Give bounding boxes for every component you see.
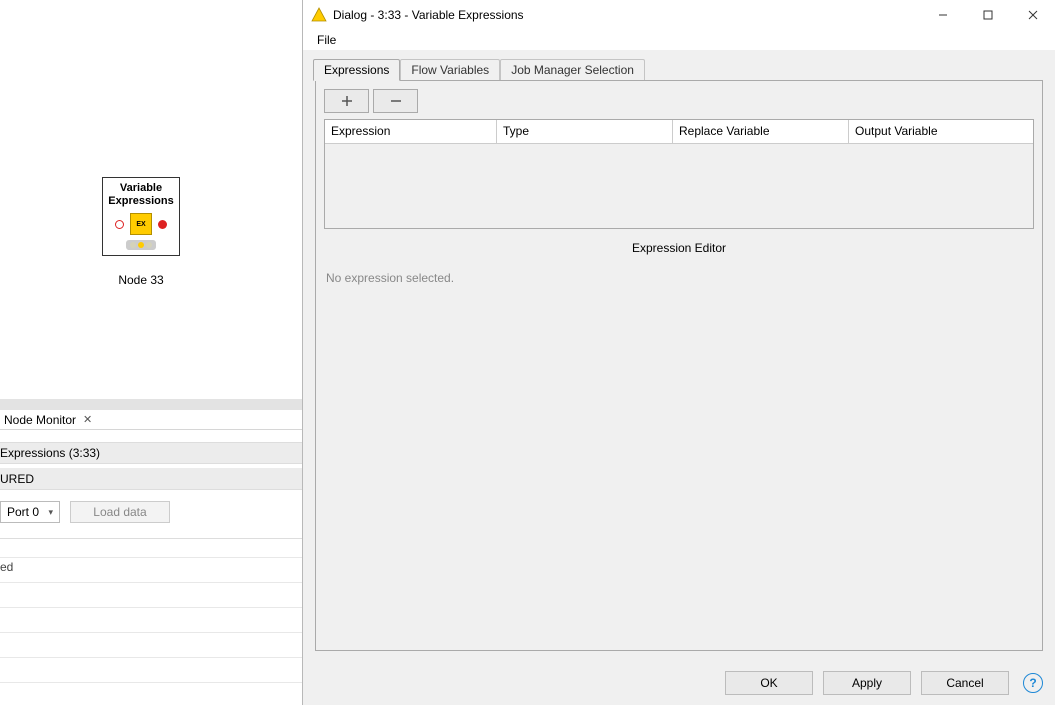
ok-button[interactable]: OK xyxy=(725,671,813,695)
remove-expression-button[interactable] xyxy=(373,89,418,113)
table-header: Expression Type Replace Variable Output … xyxy=(325,120,1033,144)
close-icon xyxy=(1028,10,1038,20)
tab-flow-variables[interactable]: Flow Variables xyxy=(400,59,500,80)
tab-panel-expressions: Expression Type Replace Variable Output … xyxy=(315,80,1043,651)
cancel-button[interactable]: Cancel xyxy=(921,671,1009,695)
maximize-button[interactable] xyxy=(965,0,1010,30)
node-monitor-tab-label: Node Monitor xyxy=(0,411,80,429)
dialog-menubar: File xyxy=(303,30,1055,50)
chevron-down-icon: ▾ xyxy=(48,507,53,518)
menu-file[interactable]: File xyxy=(311,32,342,48)
apply-button[interactable]: Apply xyxy=(823,671,911,695)
tab-job-manager[interactable]: Job Manager Selection xyxy=(500,59,645,80)
port-select-label: Port 0 xyxy=(7,505,39,519)
tab-strip: Expressions Flow Variables Job Manager S… xyxy=(303,50,1055,80)
expressions-table[interactable]: Expression Type Replace Variable Output … xyxy=(324,119,1034,229)
close-button[interactable] xyxy=(1010,0,1055,30)
node-chip-icon: EX xyxy=(130,213,152,235)
dialog-icon xyxy=(311,7,327,23)
table-body-empty xyxy=(325,144,1033,228)
port-select[interactable]: Port 0 ▾ xyxy=(0,501,60,523)
minimize-icon xyxy=(938,10,948,20)
dialog-variable-expressions: Dialog - 3:33 - Variable Expressions Fil… xyxy=(302,0,1055,705)
expression-editor-placeholder: No expression selected. xyxy=(324,271,1034,285)
expression-editor-label: Expression Editor xyxy=(324,241,1034,255)
minus-icon xyxy=(390,95,402,107)
close-icon[interactable]: ✕ xyxy=(83,413,92,426)
col-output[interactable]: Output Variable xyxy=(849,120,1033,143)
help-icon[interactable]: ? xyxy=(1023,673,1043,693)
maximize-icon xyxy=(983,10,993,20)
add-expression-button[interactable] xyxy=(324,89,369,113)
node-title: Variable Expressions xyxy=(103,178,179,210)
col-replace[interactable]: Replace Variable xyxy=(673,120,849,143)
col-expression[interactable]: Expression xyxy=(325,120,497,143)
dialog-titlebar[interactable]: Dialog - 3:33 - Variable Expressions xyxy=(303,0,1055,30)
dialog-button-row: OK Apply Cancel ? xyxy=(303,661,1055,705)
plus-icon xyxy=(341,95,353,107)
node-status-icon xyxy=(126,240,156,250)
dialog-title: Dialog - 3:33 - Variable Expressions xyxy=(333,8,920,22)
node-output-port-icon[interactable] xyxy=(158,220,167,229)
node-id-label: Node 33 xyxy=(102,273,180,287)
node-variable-expressions[interactable]: Variable Expressions EX xyxy=(102,177,180,256)
tab-expressions[interactable]: Expressions xyxy=(313,59,400,81)
minimize-button[interactable] xyxy=(920,0,965,30)
load-data-button[interactable]: Load data xyxy=(70,501,170,523)
node-input-port-icon[interactable] xyxy=(115,220,124,229)
table-cell: ed xyxy=(0,560,13,580)
col-type[interactable]: Type xyxy=(497,120,673,143)
